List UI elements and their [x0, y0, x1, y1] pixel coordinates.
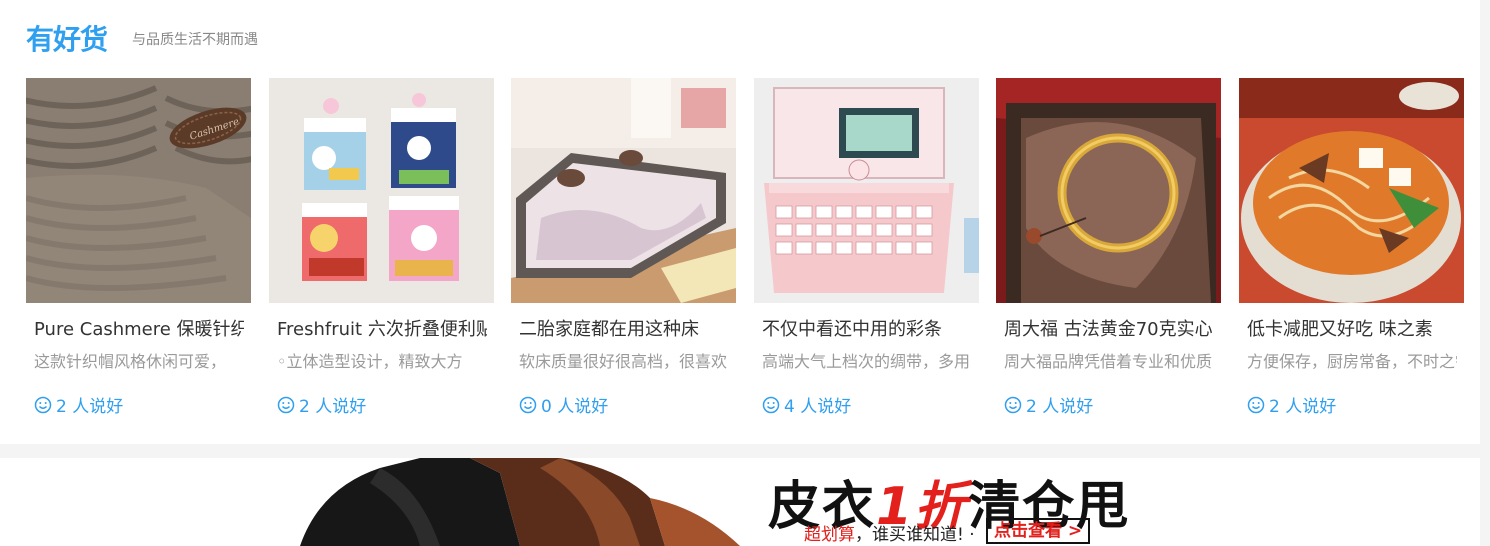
product-title[interactable]: 低卡减肥又好吃 味之素 [1247, 315, 1457, 341]
like-count[interactable]: 0 人说好 [519, 392, 608, 417]
leather-jacket-image [300, 458, 740, 546]
product-title[interactable]: 二胎家庭都在用这种床 [519, 315, 729, 341]
product-card[interactable]: Freshfruit 六次折叠便利贴 ◦立体造型设计，精致大方 2 人说好 [269, 78, 494, 428]
product-title[interactable]: Freshfruit 六次折叠便利贴 [277, 315, 487, 341]
product-card[interactable]: 周大福 古法黄金70克实心 周大福品牌凭借着专业和优质 2 人说好 [996, 78, 1221, 428]
like-count-label: 2 人说好 [1269, 397, 1337, 417]
logo-char-1: 有 [26, 23, 54, 56]
product-desc: 这款针织帽风格休闲可爱， [34, 352, 227, 371]
like-count-label: 2 人说好 [1026, 397, 1094, 417]
like-count-label: 0 人说好 [541, 397, 609, 417]
like-count[interactable]: 4 人说好 [762, 392, 851, 417]
good-goods-module: 有 好 货 与品质生活不期而遇 Cashmere Pure Cashmere 保… [0, 0, 1490, 444]
knit-sweater-image[interactable]: Cashmere [26, 78, 251, 303]
product-desc: 周大福品牌凭借着专业和优质 [1004, 352, 1213, 371]
product-desc: 软床质量很好很高档，很喜欢 [519, 352, 728, 371]
logo-char-3: 货 [80, 23, 108, 56]
like-count[interactable]: 2 人说好 [277, 392, 366, 417]
smile-icon [519, 396, 537, 413]
product-card[interactable]: 二胎家庭都在用这种床 软床质量很好很高档，很喜欢 0 人说好 [511, 78, 736, 428]
smile-icon [34, 396, 52, 413]
slogan: 与品质生活不期而遇 [132, 32, 258, 48]
product-card[interactable]: 不仅中看还中用的彩条 高端大气上档次的绸带，多用 4 人说好 [754, 78, 979, 428]
like-count[interactable]: 2 人说好 [1004, 392, 1093, 417]
like-count-label: 4 人说好 [784, 397, 852, 417]
page-gutter [1480, 0, 1490, 546]
good-goods-logo[interactable]: 有 好 货 [26, 20, 108, 56]
view-now-button[interactable]: 点击查看 > [986, 518, 1091, 544]
product-list: Cashmere Pure Cashmere 保暖针织帽 这款针织帽风格休闲可爱… [26, 78, 1466, 428]
product-card[interactable]: 低卡减肥又好吃 味之素 方便保存，厨房常备，不时之需 2 人说好 [1239, 78, 1464, 428]
product-desc: 方便保存，厨房常备，不时之需 [1247, 352, 1457, 371]
product-desc: 高端大气上档次的绸带，多用 [762, 352, 971, 371]
like-count-label: 2 人说好 [299, 397, 367, 417]
smile-icon [762, 396, 780, 413]
smile-icon [1247, 396, 1265, 413]
like-count[interactable]: 2 人说好 [1247, 392, 1336, 417]
banner-subtitle: 超划算，谁买谁知道! · [804, 520, 975, 545]
noodle-hotpot-image[interactable] [1239, 78, 1464, 303]
gold-bangle-image[interactable] [996, 78, 1221, 303]
snoopy-sticky-notes-image[interactable] [269, 78, 494, 303]
product-card[interactable]: Cashmere Pure Cashmere 保暖针织帽 这款针织帽风格休闲可爱… [26, 78, 251, 428]
like-count[interactable]: 2 人说好 [34, 392, 123, 417]
like-count-label: 2 人说好 [56, 397, 124, 417]
logo-char-2: 好 [53, 23, 81, 56]
banner-subtitle-rest: ，谁买谁知道! · [855, 525, 975, 545]
product-title[interactable]: 不仅中看还中用的彩条 [762, 315, 972, 341]
banner-subtitle-highlight: 超划算 [804, 525, 855, 545]
product-title[interactable]: 周大福 古法黄金70克实心 [1004, 315, 1214, 341]
family-bed-image[interactable] [511, 78, 736, 303]
smile-icon [1004, 396, 1022, 413]
smile-icon [277, 396, 295, 413]
pink-label-maker-image[interactable] [754, 78, 979, 303]
product-title[interactable]: Pure Cashmere 保暖针织帽 [34, 315, 244, 341]
leather-jacket-ad-banner[interactable]: 皮衣1折清仓甩 超划算，谁买谁知道! · 点击查看 > [0, 458, 1480, 546]
product-desc: ◦立体造型设计，精致大方 [277, 352, 463, 371]
